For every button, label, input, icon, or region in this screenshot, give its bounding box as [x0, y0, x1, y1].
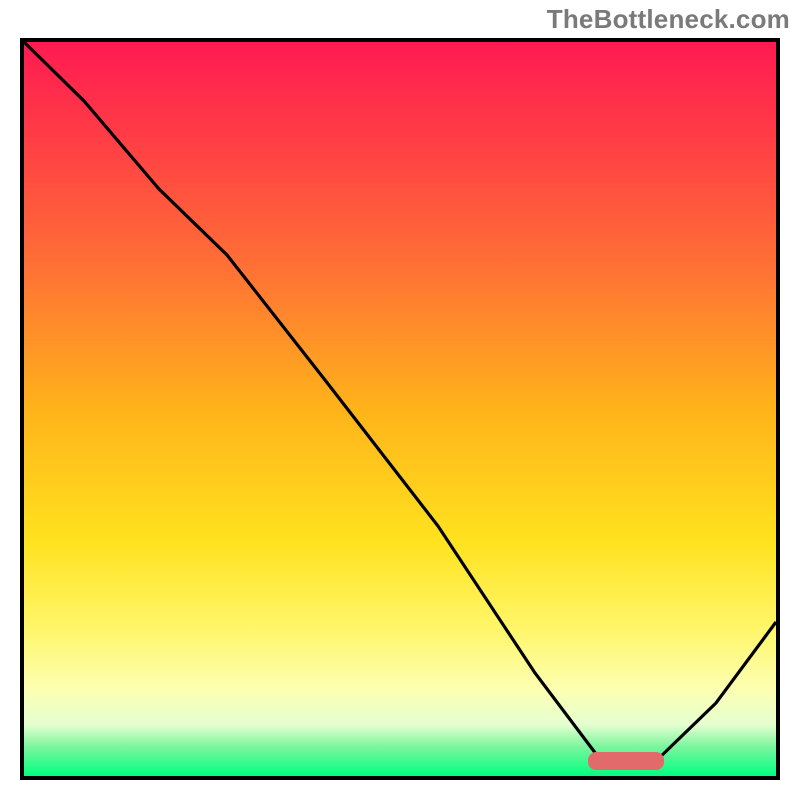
curve-line	[24, 42, 776, 761]
plot-area	[20, 38, 780, 780]
watermark-text: TheBottleneck.com	[547, 4, 790, 35]
bottleneck-curve	[24, 42, 776, 776]
optimal-range-marker	[588, 752, 664, 770]
chart-container: TheBottleneck.com	[0, 0, 800, 800]
